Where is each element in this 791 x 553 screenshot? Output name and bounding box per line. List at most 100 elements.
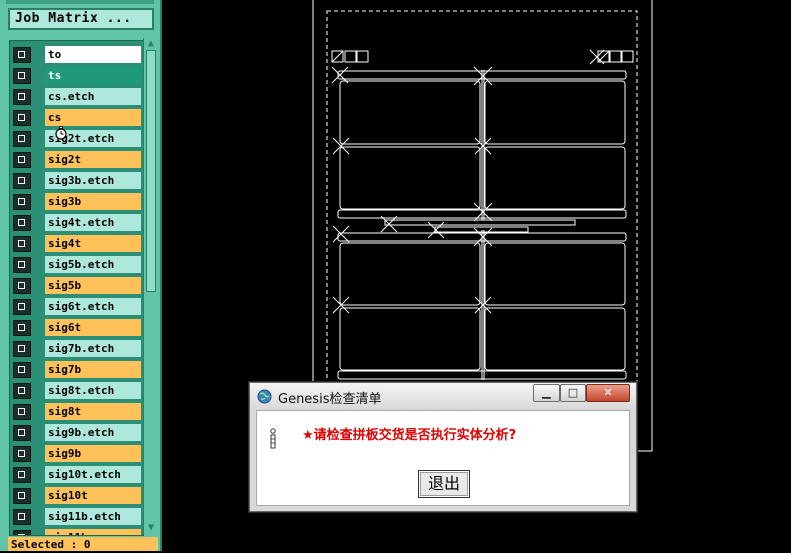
layer-checkbox[interactable]: [13, 446, 31, 462]
info-icon: [270, 428, 276, 449]
layer-checkbox[interactable]: [13, 278, 31, 294]
unit: [339, 307, 481, 371]
selected-count: Selected : 0: [8, 537, 158, 551]
genesis-checklist-dialog: Genesis检查清单 ▁ □ ✕ ★请检查拼板交货是否执行实体分析? 退出: [249, 382, 637, 512]
layer-checkbox[interactable]: [13, 383, 31, 399]
layer-row[interactable]: sig4t.etch: [11, 214, 142, 232]
layer-list-scrollbar[interactable]: ▲ ▼: [143, 38, 158, 534]
layer-name[interactable]: sig11b.etch: [45, 508, 141, 525]
unit: [484, 307, 626, 371]
layer-name[interactable]: sig5b: [45, 277, 141, 294]
layer-checkbox[interactable]: [13, 404, 31, 420]
dialog-titlebar[interactable]: Genesis检查清单 ▁ □ ✕: [250, 383, 636, 409]
layer-name[interactable]: sig8t: [45, 403, 141, 420]
layer-row[interactable]: sig10t: [11, 487, 142, 505]
layer-name[interactable]: cs.etch: [45, 88, 141, 105]
layer-row[interactable]: sig6t: [11, 319, 142, 337]
layer-name[interactable]: sig10t: [45, 487, 141, 504]
layer-checkbox[interactable]: [13, 173, 31, 189]
layer-row[interactable]: sig9b.etch: [11, 424, 142, 442]
layer-row[interactable]: sig11b: [11, 529, 142, 535]
layer-row[interactable]: sig2t.etch: [11, 130, 142, 148]
layer-row[interactable]: sig7b.etch: [11, 340, 142, 358]
close-icon[interactable]: ✕: [586, 384, 630, 402]
layer-name[interactable]: sig6t: [45, 319, 141, 336]
layer-row[interactable]: sig7b: [11, 361, 142, 379]
layer-name[interactable]: sig7b: [45, 361, 141, 378]
layer-checkbox[interactable]: [13, 68, 31, 84]
layer-checkbox[interactable]: [13, 89, 31, 105]
layer-name[interactable]: sig11b: [45, 529, 141, 535]
layer-name[interactable]: sig10t.etch: [45, 466, 141, 483]
unit: [484, 242, 626, 306]
layer-row[interactable]: sig3b: [11, 193, 142, 211]
layer-checkbox[interactable]: [13, 47, 31, 63]
layer-checkbox[interactable]: [13, 236, 31, 252]
layer-row[interactable]: sig2t: [11, 151, 142, 169]
layer-name[interactable]: sig9b.etch: [45, 424, 141, 441]
unit: [484, 146, 626, 210]
layer-name[interactable]: ts: [45, 67, 141, 84]
layer-row[interactable]: sig3b.etch: [11, 172, 142, 190]
layer-name[interactable]: sig3b: [45, 193, 141, 210]
layer-name[interactable]: sig2t: [45, 151, 141, 168]
unit: [339, 242, 481, 306]
layer-row[interactable]: sig4t: [11, 235, 142, 253]
dialog-title: Genesis检查清单: [278, 392, 382, 407]
layer-row[interactable]: to: [11, 46, 142, 64]
layer-row[interactable]: cs: [11, 109, 142, 127]
unit: [339, 80, 481, 145]
layer-checkbox[interactable]: [13, 257, 31, 273]
layer-checkbox[interactable]: [13, 152, 31, 168]
layer-row[interactable]: sig10t.etch: [11, 466, 142, 484]
unit: [339, 146, 481, 210]
layer-row[interactable]: sig8t.etch: [11, 382, 142, 400]
layer-checkbox[interactable]: [13, 194, 31, 210]
cross-marks: [331, 49, 605, 314]
layer-checkbox[interactable]: [13, 320, 31, 336]
layer-checkbox[interactable]: [13, 131, 31, 147]
layer-name[interactable]: sig8t.etch: [45, 382, 141, 399]
layer-checkbox[interactable]: [13, 362, 31, 378]
scroll-down-icon[interactable]: ▼: [144, 522, 158, 534]
layer-row[interactable]: sig5b: [11, 277, 142, 295]
dialog-message: ★请检查拼板交货是否执行实体分析?: [302, 428, 517, 443]
layer-checkbox[interactable]: [13, 509, 31, 525]
layer-row[interactable]: sig6t.etch: [11, 298, 142, 316]
layer-name[interactable]: sig9b: [45, 445, 141, 462]
layer-name[interactable]: sig3b.etch: [45, 172, 141, 189]
layer-name[interactable]: sig4t: [45, 235, 141, 252]
layer-checkbox[interactable]: [13, 341, 31, 357]
scroll-up-icon[interactable]: ▲: [144, 38, 158, 50]
layer-checkbox[interactable]: [13, 467, 31, 483]
layer-row[interactable]: sig9b: [11, 445, 142, 463]
layer-name[interactable]: sig7b.etch: [45, 340, 141, 357]
stopwatch-cursor-icon: [55, 126, 67, 140]
layer-name[interactable]: sig4t.etch: [45, 214, 141, 231]
layer-checkbox[interactable]: [13, 299, 31, 315]
layer-row[interactable]: cs.etch: [11, 88, 142, 106]
fiducial-right: [597, 50, 634, 63]
minimize-icon[interactable]: ▁: [533, 384, 560, 402]
layer-name[interactable]: sig6t.etch: [45, 298, 141, 315]
layer-checkbox[interactable]: [13, 215, 31, 231]
layer-checkbox[interactable]: [13, 530, 31, 535]
maximize-icon[interactable]: □: [560, 384, 586, 402]
layer-row[interactable]: ts: [11, 67, 142, 85]
layer-checkbox[interactable]: [13, 488, 31, 504]
layer-row[interactable]: sig5b.etch: [11, 256, 142, 274]
layer-list: to ts cs.etch cs sig2t.etch sig2t sig3b.etch si…: [9, 40, 144, 536]
layer-name[interactable]: cs: [45, 109, 141, 126]
scroll-thumb[interactable]: [146, 50, 156, 292]
fiducial-left: [331, 50, 369, 63]
layer-checkbox[interactable]: [13, 425, 31, 441]
unit: [484, 80, 626, 145]
layer-row[interactable]: sig8t: [11, 403, 142, 421]
layer-checkbox[interactable]: [13, 110, 31, 126]
globe-icon: [257, 389, 272, 404]
layer-row[interactable]: sig11b.etch: [11, 508, 142, 526]
exit-button[interactable]: 退出: [418, 470, 470, 498]
job-matrix-button[interactable]: Job Matrix ...: [8, 8, 154, 30]
layer-name[interactable]: sig5b.etch: [45, 256, 141, 273]
layer-name[interactable]: to: [45, 46, 141, 63]
